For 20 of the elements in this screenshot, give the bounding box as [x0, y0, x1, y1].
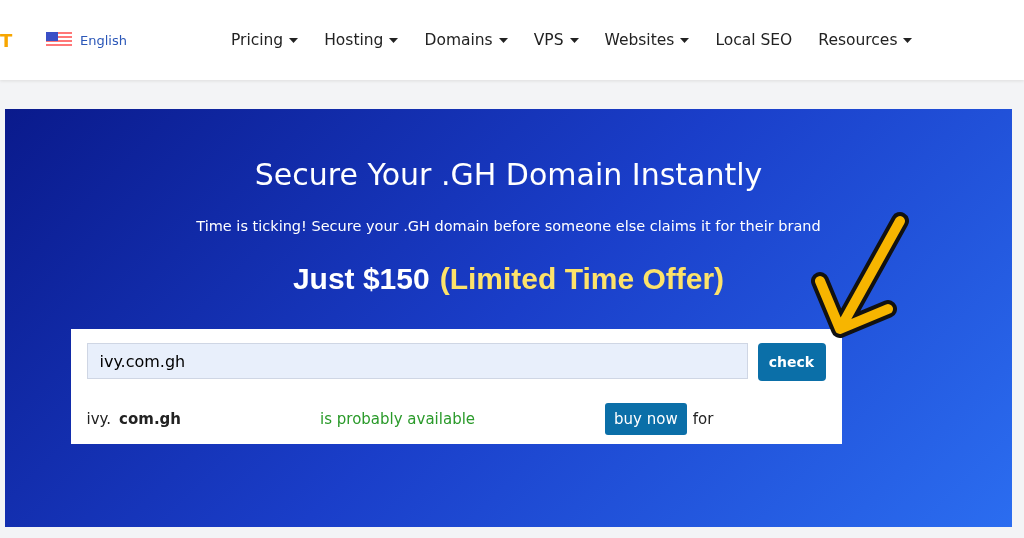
- availability-status: is probably available: [320, 410, 476, 428]
- buy-now-button[interactable]: buy now: [605, 403, 687, 435]
- language-link[interactable]: English: [80, 32, 127, 48]
- flag-icon: [46, 32, 72, 48]
- domain-input[interactable]: ivy.com.gh: [86, 343, 748, 379]
- nav-item[interactable]: Resources: [818, 31, 913, 49]
- nav-item[interactable]: Local SEO: [715, 31, 793, 49]
- nav-item[interactable]: Pricing: [230, 31, 299, 49]
- domain-name: ivy.: [86, 410, 112, 428]
- nav-item[interactable]: Domains: [424, 31, 508, 49]
- domain-extension: com.gh: [119, 410, 181, 428]
- price-label: for: [692, 410, 714, 428]
- banner-subtitle: Time is ticking! Secure your .GH domain before someone else claims it for their brand: [196, 218, 821, 234]
- banner-title: Secure Your .GH Domain Instantly: [254, 157, 763, 192]
- nav-item[interactable]: VPS: [533, 31, 579, 49]
- check-button[interactable]: check: [757, 343, 826, 381]
- offer-text: (Limited Time Offer): [439, 262, 725, 296]
- nav-item[interactable]: Hosting: [324, 31, 399, 49]
- nav-item[interactable]: Websites: [604, 31, 690, 49]
- price-text: Just $150: [292, 262, 430, 296]
